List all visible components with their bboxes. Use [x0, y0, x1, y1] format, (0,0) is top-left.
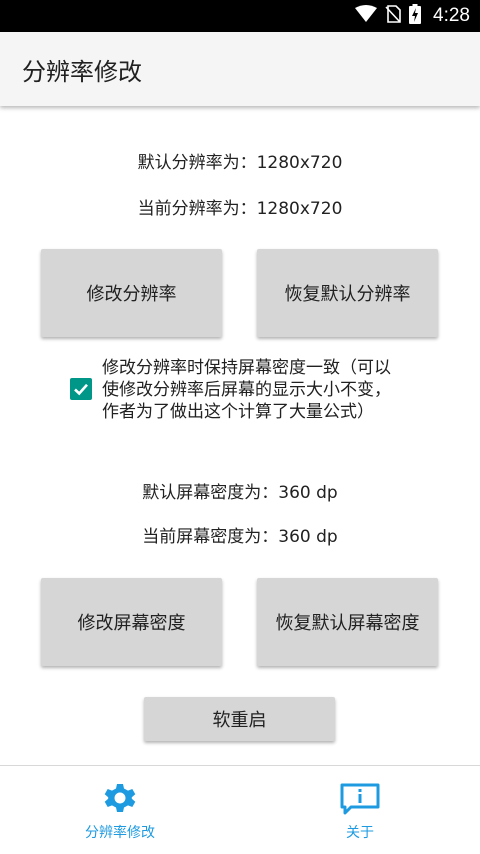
- status-time: 4:28: [433, 5, 470, 26]
- checkmark-icon: [74, 383, 88, 396]
- info-icon: [339, 782, 381, 815]
- nav-item-about[interactable]: 关于: [240, 766, 480, 854]
- default-density-text: 默认屏幕密度为：360 dp: [142, 483, 338, 503]
- nav-label-about: 关于: [346, 825, 374, 841]
- bottom-navigation: 分辨率修改 关于: [0, 765, 480, 854]
- modify-density-button[interactable]: 修改屏幕密度: [41, 578, 222, 666]
- default-resolution-text: 默认分辨率为：1280x720: [137, 153, 343, 173]
- keep-density-checkbox[interactable]: [70, 378, 92, 400]
- page-title: 分辨率修改: [22, 57, 142, 86]
- keep-density-label-line: 使修改分辨率后屏幕的显示大小不变，: [102, 380, 391, 400]
- status-icons: 4:28: [355, 0, 470, 32]
- battery-charging-icon: [409, 4, 422, 28]
- keep-density-label: 修改分辨率时保持屏幕密度一致（可以 使修改分辨率后屏幕的显示大小不变， 作者为了…: [102, 357, 442, 423]
- gear-icon: [104, 782, 136, 814]
- current-resolution-text: 当前分辨率为：1280x720: [137, 199, 343, 219]
- keep-density-label-line: 作者为了做出这个计算了大量公式）: [102, 402, 374, 422]
- soft-reboot-label: 软重启: [212, 710, 267, 731]
- restore-resolution-button[interactable]: 恢复默认分辨率: [257, 249, 438, 337]
- restore-resolution-label: 恢复默认分辨率: [284, 284, 411, 305]
- modify-resolution-label: 修改分辨率: [86, 284, 177, 305]
- restore-density-label: 恢复默认屏幕密度: [275, 613, 420, 634]
- nav-item-resolution[interactable]: 分辨率修改: [0, 766, 240, 854]
- modify-density-label: 修改屏幕密度: [77, 613, 186, 634]
- app-bar: 分辨率修改: [0, 32, 480, 106]
- no-sim-icon: [385, 5, 401, 27]
- keep-density-label-line: 修改分辨率时保持屏幕密度一致（可以: [102, 358, 391, 378]
- nav-label-resolution: 分辨率修改: [85, 825, 155, 841]
- restore-density-button[interactable]: 恢复默认屏幕密度: [257, 578, 438, 666]
- wifi-icon: [355, 5, 378, 27]
- status-bar: 4:28: [0, 0, 480, 32]
- modify-resolution-button[interactable]: 修改分辨率: [41, 249, 222, 337]
- current-density-text: 当前屏幕密度为：360 dp: [142, 527, 338, 547]
- soft-reboot-button[interactable]: 软重启: [144, 697, 335, 741]
